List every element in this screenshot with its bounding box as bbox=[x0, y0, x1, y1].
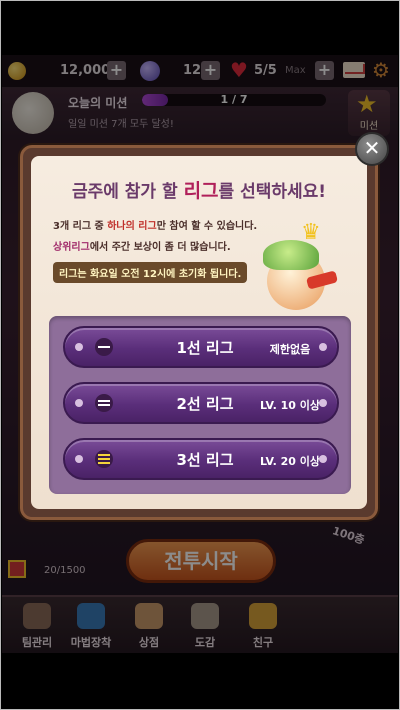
title-highlight: 리그 bbox=[183, 180, 219, 202]
league-list: 1선 리그 제한없음 2선 리그 LV. 10 이상 3선 리그 LV. 20 … bbox=[49, 316, 351, 494]
rivet-icon bbox=[319, 343, 327, 351]
info-line-2: 상위리그에서 주간 보상이 좀 더 많습니다. bbox=[53, 238, 231, 253]
bar-icon bbox=[98, 404, 110, 406]
bar-icon bbox=[98, 462, 110, 464]
league-name: 1선 리그 bbox=[176, 339, 234, 357]
close-icon[interactable]: ✕ bbox=[355, 132, 389, 166]
league-select-popup: 금주에 참가 할 리그를 선택하세요! 3개 리그 중 하나의 리그만 참여 할… bbox=[20, 145, 378, 520]
popup-content: 금주에 참가 할 리그를 선택하세요! 3개 리그 중 하나의 리그만 참여 할… bbox=[31, 156, 367, 509]
info-line-1: 3개 리그 중 하나의 리그만 참여 할 수 있습니다. bbox=[53, 217, 257, 232]
league-3-badge-icon bbox=[95, 450, 113, 468]
info-text-end: 만 참여 할 수 있습니다. bbox=[156, 221, 258, 232]
league-name: 2선 리그 bbox=[176, 395, 234, 413]
league-1-button[interactable]: 1선 리그 제한없음 bbox=[63, 326, 339, 368]
rivet-icon bbox=[319, 399, 327, 407]
crown-icon: ♛ bbox=[301, 220, 321, 245]
league-1-badge-icon bbox=[95, 338, 113, 356]
rivet-icon bbox=[319, 455, 327, 463]
rivet-icon bbox=[75, 455, 83, 463]
title-text: 금주에 참가 할 bbox=[71, 182, 184, 202]
league-requirement: LV. 10 이상 bbox=[260, 399, 320, 412]
popup-title: 금주에 참가 할 리그를 선택하세요! bbox=[31, 176, 367, 203]
league-2-button[interactable]: 2선 리그 LV. 10 이상 bbox=[63, 382, 339, 424]
rivet-icon bbox=[75, 343, 83, 351]
mascot-character: ♛ bbox=[245, 220, 339, 318]
bar-icon bbox=[98, 458, 110, 460]
rivet-icon bbox=[75, 399, 83, 407]
title-text-end: 를 선택하세요! bbox=[218, 182, 327, 202]
league-requirement: 제한없음 bbox=[269, 343, 311, 356]
bar-icon bbox=[98, 346, 110, 348]
info-text-end: 에서 주간 보상이 좀 더 많습니다. bbox=[89, 242, 231, 253]
bar-icon bbox=[98, 454, 110, 456]
info-highlight: 상위리그 bbox=[53, 242, 90, 253]
league-3-button[interactable]: 3선 리그 LV. 20 이상 bbox=[63, 438, 339, 480]
league-name: 3선 리그 bbox=[176, 451, 234, 469]
info-highlight: 하나의 리그 bbox=[107, 221, 157, 232]
info-text: 3개 리그 중 bbox=[53, 221, 108, 232]
reset-notice: 리그는 화요일 오전 12시에 초기화 됩니다. bbox=[53, 262, 248, 283]
league-requirement: LV. 20 이상 bbox=[260, 455, 320, 468]
league-2-badge-icon bbox=[95, 394, 113, 412]
bar-icon bbox=[98, 400, 110, 402]
